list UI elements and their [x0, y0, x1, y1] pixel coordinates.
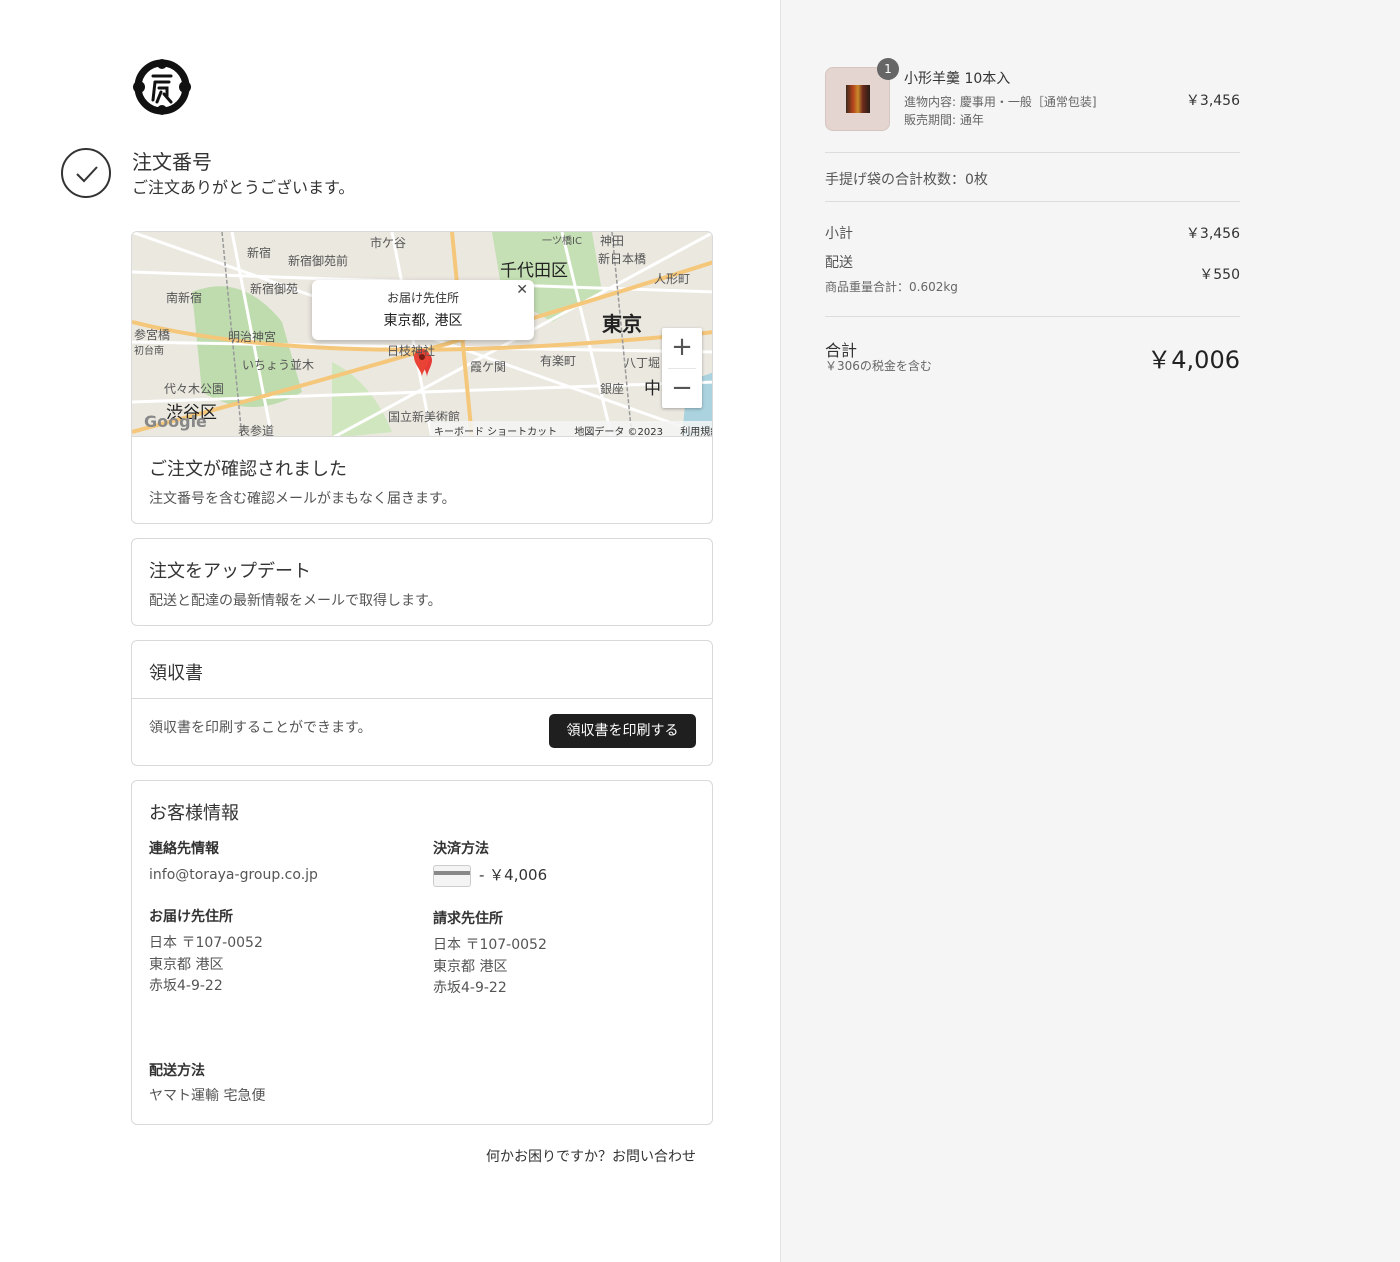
zoom-controls: + −	[662, 328, 702, 408]
shipping-address: 日本 〒107-0052 東京都 港区 赤坂4-9-22	[149, 933, 263, 998]
shipping-line: 日本 〒107-0052	[149, 935, 263, 951]
payment-value: - ￥4,006	[479, 866, 548, 884]
bag-count: 手提げ袋の合計枚数：0枚	[825, 172, 988, 188]
receipt-text: 領収書を印刷することができます。	[149, 720, 372, 736]
help-contact-link[interactable]: 何かお困りですか？お問い合わせ	[486, 1146, 696, 1166]
address-popup: お届け先住所 東京都, 港区 ✕	[312, 280, 534, 340]
popup-title: お届け先住所	[386, 291, 459, 305]
shipping-value: ￥550	[1199, 267, 1240, 283]
delivery-map[interactable]: 新宿 新宿御苑前 市ケ谷 千代田区 神田 新日本橋 人形町 南新宿 新宿御苑 参…	[131, 231, 713, 437]
summary-divider	[825, 152, 1240, 153]
map-label: 市ケ谷	[370, 236, 407, 250]
map-label: 明治神宮	[228, 330, 277, 344]
order-update-box: 注文をアップデート 配送と配達の最新情報をメールで取得します。	[131, 538, 713, 626]
contact-value: info@toraya-group.co.jp	[149, 867, 318, 883]
billing-address: 日本 〒107-0052 東京都 港区 赤坂4-9-22	[433, 935, 547, 1000]
map-label: 新宿御苑前	[288, 254, 349, 268]
billing-address-label: 請求先住所	[433, 911, 503, 927]
map-label: 新宿御苑	[250, 282, 299, 296]
map-label: 有楽町	[540, 354, 577, 368]
thanks-message: ご注文ありがとうございます。	[132, 178, 355, 197]
check-circle-icon	[61, 148, 111, 198]
map-label: 銀座	[600, 382, 625, 396]
shipping-method-value: ヤマト運輸 宅急便	[149, 1088, 266, 1104]
map-footer: キーボード ショートカット 地図データ ©2023 利用規約	[430, 421, 712, 436]
summary-divider	[825, 316, 1240, 317]
payment-label: 決済方法	[433, 841, 489, 857]
map-label: 南新宿	[166, 291, 203, 305]
map-label: 新日本橋	[598, 252, 647, 266]
toraya-logo-icon[interactable]	[131, 58, 193, 116]
quantity-badge: 1	[877, 58, 899, 80]
main-column: 注文番号 ご注文ありがとうございます。 新宿 新宿御苑前 市ケ谷 千代田区 神田…	[0, 0, 780, 1262]
shipping-method-label: 配送方法	[149, 1063, 205, 1079]
confirmed-text: 注文番号を含む確認メールがまもなく届きます。	[149, 491, 456, 507]
map-label: 初台南	[134, 346, 164, 357]
yokan-box-image	[846, 85, 870, 113]
zoom-in-button[interactable]: +	[662, 328, 702, 368]
popup-address: 東京都, 港区	[383, 313, 463, 329]
product-detail: 進物内容: 慶事用・一般［通常包装]	[904, 95, 1097, 109]
map-label: 参宮橋	[134, 328, 171, 342]
map-label: いちょう並木	[242, 358, 315, 372]
order-summary-sidebar	[780, 0, 1400, 1262]
update-title: 注文をアップデート	[149, 561, 311, 582]
google-logo: Google	[144, 412, 207, 431]
receipt-body: 領収書を印刷することができます。 領収書を印刷する	[132, 698, 712, 766]
print-receipt-button[interactable]: 領収書を印刷する	[549, 714, 696, 748]
subtotal-value: ￥3,456	[1185, 226, 1240, 242]
billing-line: 東京都 港区	[433, 958, 508, 975]
map-label: 人形町	[654, 272, 691, 286]
map-label: 代々木公園	[164, 382, 225, 396]
close-icon[interactable]: ✕	[516, 282, 528, 298]
total-value: ￥4,006	[1147, 346, 1240, 374]
billing-line: 日本 〒107-0052	[433, 937, 547, 953]
zoom-out-button[interactable]: −	[662, 369, 702, 409]
customer-title: お客様情報	[149, 803, 239, 824]
shipping-line: 赤坂4-9-22	[149, 978, 223, 994]
credit-card-icon	[433, 865, 471, 887]
map-label: 神田	[600, 234, 625, 248]
map-label: 日枝神社	[387, 344, 436, 358]
customer-info-box: お客様情報 連絡先情報 info@toraya-group.co.jp 決済方法…	[131, 780, 713, 1125]
product-price: ￥3,456	[1185, 93, 1240, 109]
order-confirmed-box: ご注文が確認されました 注文番号を含む確認メールがまもなく届きます。	[131, 436, 713, 524]
map-label: 東京	[602, 312, 642, 336]
product-name: 小形羊羹 10本入	[904, 71, 1011, 87]
map-label: 八丁堀	[624, 356, 661, 370]
map-label: 霞ケ関	[470, 360, 507, 374]
receipt-box: 領収書 領収書を印刷することができます。 領収書を印刷する	[131, 640, 713, 766]
subtotal-label: 小計	[825, 226, 853, 242]
map-label: 一ツ橋IC	[542, 236, 582, 247]
shipping-label: 配送	[825, 255, 853, 271]
weight-total: 商品重量合計：0.602kg	[825, 280, 958, 294]
contact-label: 連絡先情報	[149, 841, 219, 857]
summary-divider	[825, 201, 1240, 202]
map-label: 千代田区	[500, 261, 568, 281]
shipping-address-label: お届け先住所	[149, 909, 233, 925]
confirmed-title: ご注文が確認されました	[149, 459, 347, 480]
tax-note: ￥306の税金を含む	[825, 359, 932, 373]
update-text: 配送と配達の最新情報をメールで取得します。	[149, 593, 442, 609]
map-label: 中	[644, 379, 661, 399]
receipt-title: 領収書	[149, 663, 203, 684]
map-label: 表参道	[238, 424, 275, 437]
shipping-line: 東京都 港区	[149, 956, 224, 973]
order-number-title: 注文番号	[132, 150, 212, 174]
map-label: 新宿	[247, 246, 272, 260]
product-period: 販売期間: 通年	[904, 113, 984, 127]
billing-line: 赤坂4-9-22	[433, 980, 507, 996]
